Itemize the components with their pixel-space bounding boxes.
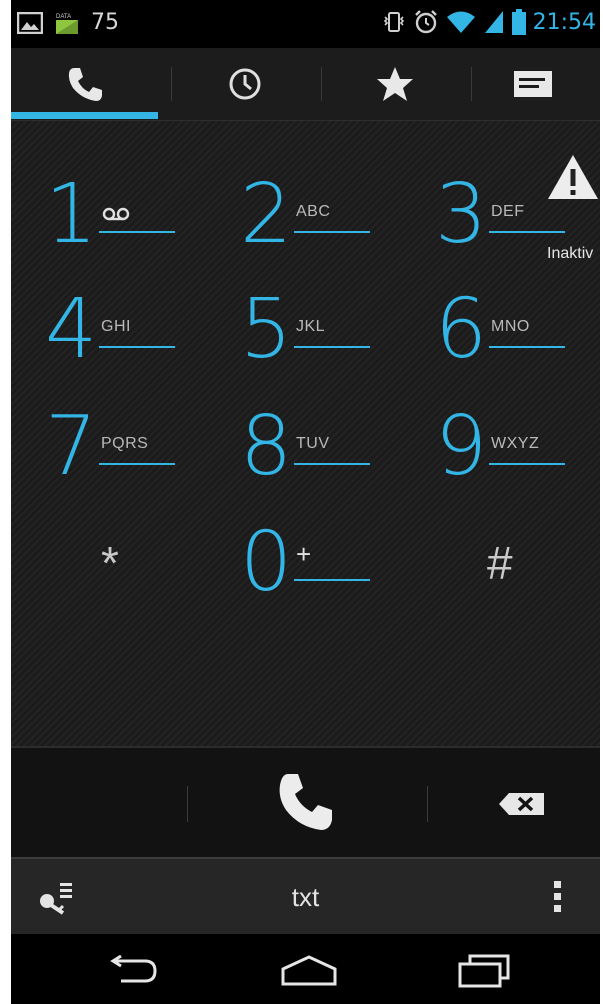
dialpad-key-0[interactable]: 0 + (240, 513, 390, 613)
dialpad-digit: 1 (45, 167, 98, 262)
tab-phone[interactable] (11, 48, 158, 120)
dialpad-key-1[interactable]: 1 (45, 165, 195, 265)
wifi-icon (446, 11, 475, 33)
dialpad-key-underline (489, 346, 565, 348)
dialpad-key-2[interactable]: 2 ABC (240, 165, 390, 265)
voicemail-icon (102, 207, 130, 221)
dialpad-digit: 4 (45, 282, 98, 377)
dialpad-digit: 2 (240, 167, 293, 262)
dialpad-letters: TUV (296, 435, 330, 452)
dialpad-key-4[interactable]: 4 GHI (45, 280, 195, 380)
overflow-menu-icon[interactable] (553, 879, 563, 915)
dialpad-key-9[interactable]: 9 WXYZ (435, 397, 585, 497)
dialpad-digit: 0 (240, 515, 293, 610)
navigation-bar (11, 934, 600, 1004)
back-icon[interactable] (105, 955, 161, 985)
battery-icon (511, 9, 526, 35)
phone-icon (68, 68, 102, 101)
gallery-icon (17, 11, 43, 34)
call-bar (11, 746, 600, 859)
vibrate-icon (383, 12, 404, 32)
dialpad-key-underline (294, 231, 370, 233)
svg-text:DATA: DATA (56, 14, 71, 20)
data-icon: DATA (56, 14, 78, 34)
dialpad-key-underline (294, 346, 370, 348)
dialpad-key-underline (99, 463, 175, 465)
dialpad-digit: 3 (435, 167, 488, 262)
dialpad-key-underline (99, 346, 175, 348)
dialpad-key-8[interactable]: 8 TUV (240, 397, 390, 497)
dialpad-key-7[interactable]: 7 PQRS (45, 397, 195, 497)
signal-icon (484, 11, 503, 33)
tab-recents[interactable] (171, 48, 318, 120)
dialpad-letters: + (296, 539, 312, 569)
tab-favorites[interactable] (321, 48, 468, 120)
dialpad-letters: PQRS (101, 435, 149, 452)
contacts-card-icon (513, 71, 552, 97)
recent-apps-icon[interactable] (457, 951, 513, 989)
dialpad-digit: 7 (45, 399, 98, 494)
action-bar-title: txt (291, 882, 320, 912)
selected-tab-indicator (11, 112, 158, 119)
clock-icon (229, 68, 260, 100)
dialpad-symbol: * (101, 537, 119, 589)
dialpad-letters: MNO (491, 318, 530, 335)
phone-handset-icon[interactable] (274, 772, 344, 836)
dialpad-key-6[interactable]: 6 MNO (435, 280, 585, 380)
dialpad-key-underline (294, 579, 370, 581)
dialpad-key-underline (99, 231, 175, 233)
notification-count: 75 (91, 10, 119, 35)
dialpad-key-star[interactable]: * (45, 513, 195, 613)
dialpad-digit: 5 (240, 282, 293, 377)
status-bar: DATA 75 21:54 (11, 0, 600, 48)
dialpad-letters: GHI (101, 318, 131, 335)
star-icon (376, 67, 413, 101)
dialpad-letters: ABC (296, 203, 331, 220)
dialer-tabs (11, 48, 600, 121)
backspace-icon[interactable] (499, 792, 545, 816)
dialpad-symbol: # (487, 537, 513, 589)
dialpad-key-underline (489, 231, 565, 233)
bottom-action-bar: txt (11, 857, 600, 936)
alarm-icon (414, 10, 437, 34)
dialpad-digit: 6 (435, 282, 488, 377)
dialpad-area: Inaktiv 1 2 ABC 3 DEF 4 GHI 5 JKL 6 MNO 7 PQRS 8 TUV 9 W… (11, 121, 600, 746)
phone-screen: DATA 75 21:54 Inaktiv 1 2 ABC 3 DEF 4 GH… (11, 0, 600, 1004)
dialpad-letters: DEF (491, 203, 525, 220)
dialpad-key-5[interactable]: 5 JKL (240, 280, 390, 380)
dialpad-key-underline (489, 463, 565, 465)
tab-contacts[interactable] (459, 48, 600, 120)
dialpad-digit: 9 (435, 399, 488, 494)
clock-time: 21:54 (532, 9, 596, 35)
dialpad-key-underline (294, 463, 370, 465)
dialpad-letters: WXYZ (491, 435, 540, 452)
home-icon[interactable] (279, 953, 339, 987)
dialpad-key-3[interactable]: 3 DEF (435, 165, 585, 265)
dialpad-digit: 8 (240, 399, 293, 494)
dialpad-letters: JKL (296, 318, 326, 335)
dialpad-key-pound[interactable]: # (435, 513, 585, 613)
